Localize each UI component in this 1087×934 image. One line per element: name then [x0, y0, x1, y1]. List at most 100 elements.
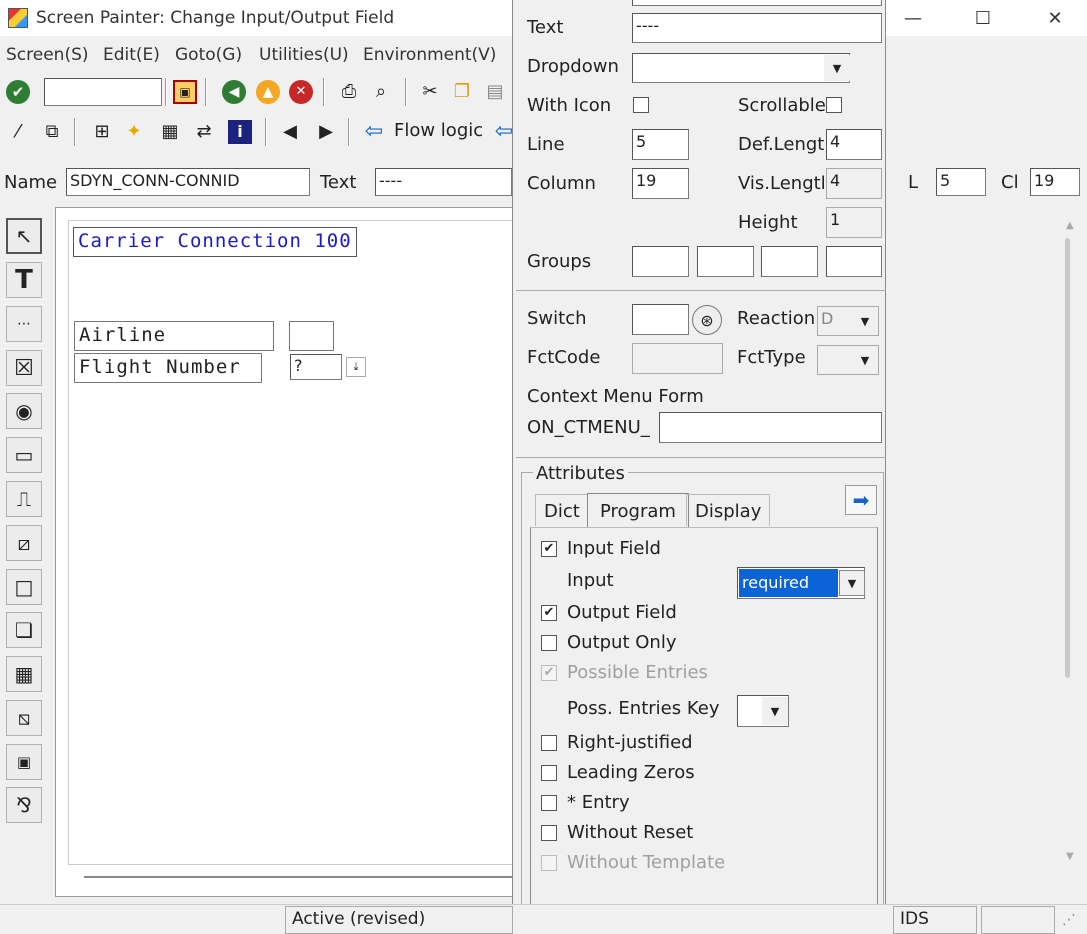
with-icon-label: With Icon — [527, 95, 612, 116]
info-icon[interactable]: i — [228, 120, 252, 144]
program-fields-icon[interactable]: ⇄ — [192, 120, 216, 144]
dlg-text-field[interactable]: ---- — [632, 13, 882, 43]
tab-program[interactable]: Program — [587, 493, 689, 528]
without-reset-label: Without Reset — [567, 822, 694, 843]
without-reset-checkbox[interactable] — [541, 825, 557, 841]
layout-icon[interactable]: ⁄ — [6, 120, 30, 144]
tabstrip-tool-icon[interactable]: ⎍ — [6, 481, 42, 517]
output-only-label: Output Only — [567, 632, 677, 653]
cl-field[interactable]: 19 — [1030, 168, 1080, 196]
menu-environment[interactable]: Environment(V) — [363, 45, 496, 65]
scrollable-checkbox[interactable] — [826, 97, 842, 113]
minimize-button[interactable]: — — [890, 0, 936, 36]
hierarchy-icon[interactable]: ⧉ — [40, 120, 64, 144]
tabstrip-wizard-icon[interactable]: ⧄ — [6, 525, 42, 561]
toolbar-separator — [323, 78, 325, 106]
menu-edit[interactable]: Edit(E) — [103, 45, 160, 65]
cut-icon[interactable]: ✂ — [418, 80, 442, 104]
dictionary-icon[interactable]: ▦ — [158, 120, 182, 144]
right-justified-checkbox[interactable] — [541, 735, 557, 751]
tab-dict[interactable]: Dict — [535, 494, 589, 526]
airline-label[interactable]: Airline — [74, 321, 274, 351]
def-length-field[interactable]: 4 — [826, 129, 882, 160]
poss-entries-key-chevron-icon[interactable]: ▼ — [762, 697, 788, 725]
menu-screen[interactable]: Screen(S) — [6, 45, 89, 65]
reaction-chevron-icon[interactable]: ▼ — [852, 308, 878, 334]
group3-field[interactable] — [761, 246, 818, 277]
fcttype-chevron-icon[interactable]: ▼ — [852, 347, 878, 373]
custom-control-tool-icon[interactable]: ▣ — [6, 744, 42, 780]
output-only-checkbox[interactable] — [541, 635, 557, 651]
resize-grip-icon[interactable]: ⋰ — [1062, 912, 1084, 932]
previous-icon[interactable]: ◀ — [278, 120, 302, 144]
f4-help-icon[interactable]: ⤓ — [346, 357, 366, 377]
dropdown-chevron-icon[interactable]: ▼ — [824, 55, 850, 81]
find-icon[interactable]: ⌕ — [369, 80, 393, 104]
group2-field[interactable] — [697, 246, 754, 277]
command-field[interactable] — [44, 78, 162, 106]
toolbar-separator — [348, 118, 350, 146]
table-control-tool-icon[interactable]: ▦ — [6, 656, 42, 692]
input-field-checkbox[interactable]: ✔ — [541, 541, 557, 557]
check-icon[interactable]: ✔ — [6, 80, 30, 104]
star-entry-checkbox[interactable] — [541, 795, 557, 811]
maximize-button[interactable]: ☐ — [960, 0, 1006, 36]
structure-icon[interactable]: ⊞ — [90, 120, 114, 144]
input-label: Input — [567, 570, 614, 591]
line-field[interactable]: 5 — [632, 129, 689, 160]
next-icon[interactable]: ▶ — [314, 120, 338, 144]
subscreen-tool-icon[interactable]: ❏ — [6, 612, 42, 648]
menu-utilities[interactable]: Utilities(U) — [259, 45, 349, 65]
radio-tool-icon[interactable]: ◉ — [6, 393, 42, 429]
status-icon-tool-icon[interactable]: ⅋ — [6, 787, 42, 823]
switch-field[interactable] — [632, 304, 689, 335]
without-template-label: Without Template — [567, 852, 726, 873]
name-field[interactable]: SDYN_CONN-CONNID — [66, 168, 310, 196]
canvas-title-box[interactable]: Carrier Connection 100 — [73, 227, 357, 257]
menu-goto[interactable]: Goto(G) — [175, 45, 242, 65]
vertical-scrollbar[interactable]: ▲ ▼ — [1062, 220, 1074, 862]
leading-zeros-checkbox[interactable] — [541, 765, 557, 781]
app-icon — [8, 8, 28, 28]
flight-number-field[interactable]: ? — [290, 354, 342, 380]
horizontal-scrollbar[interactable] — [84, 876, 514, 878]
layout-canvas[interactable] — [68, 220, 518, 865]
print-icon[interactable]: ⎙ — [337, 80, 361, 104]
paste-icon[interactable]: ▤ — [483, 80, 507, 104]
box-tool-icon[interactable]: □ — [6, 569, 42, 605]
dropdown-label: Dropdown — [527, 56, 619, 77]
cancel-icon[interactable]: ✕ — [289, 80, 313, 104]
flow-logic-button[interactable]: Flow logic — [394, 120, 483, 141]
close-button[interactable]: ✕ — [1032, 0, 1078, 36]
pointer-tool-icon[interactable]: ↖ — [6, 218, 42, 254]
back-icon[interactable]: ◀ — [222, 80, 246, 104]
context-menu-field[interactable] — [659, 412, 882, 443]
flight-number-label[interactable]: Flight Number — [74, 353, 262, 383]
copy-icon[interactable]: ❐ — [450, 80, 474, 104]
magic-wand-icon[interactable]: ✦ — [122, 120, 146, 144]
text-field[interactable]: ---- — [375, 168, 512, 196]
tab-display[interactable]: Display — [686, 494, 771, 526]
checkbox-tool-icon[interactable]: ☒ — [6, 350, 42, 386]
table-wizard-icon[interactable]: ⧅ — [6, 700, 42, 736]
exit-icon[interactable]: ▲ — [256, 80, 280, 104]
output-field-checkbox[interactable]: ✔ — [541, 605, 557, 621]
arrow-right-icon[interactable]: ➡ — [845, 485, 877, 515]
airline-field[interactable] — [289, 321, 334, 351]
pushbutton-tool-icon[interactable]: ▭ — [6, 437, 42, 473]
text-tool-icon[interactable]: T — [6, 262, 42, 298]
on-ctmenu-label: ON_CTMENU_ — [527, 417, 650, 438]
l-field[interactable]: 5 — [936, 168, 986, 196]
column-label: Column — [527, 173, 596, 194]
height-field: 1 — [826, 207, 882, 238]
dropdown-select[interactable] — [632, 53, 850, 83]
group4-field[interactable] — [826, 246, 882, 277]
save-icon[interactable]: ▣ — [173, 80, 197, 104]
switch-settings-icon[interactable]: ⊛ — [692, 305, 722, 335]
with-icon-checkbox[interactable] — [633, 97, 649, 113]
group1-field[interactable] — [632, 246, 689, 277]
column-field[interactable]: 19 — [632, 168, 689, 199]
input-chevron-icon[interactable]: ▼ — [839, 570, 865, 596]
fctcode-field — [632, 343, 723, 374]
io-field-tool-icon[interactable]: ⋯ — [6, 306, 42, 342]
